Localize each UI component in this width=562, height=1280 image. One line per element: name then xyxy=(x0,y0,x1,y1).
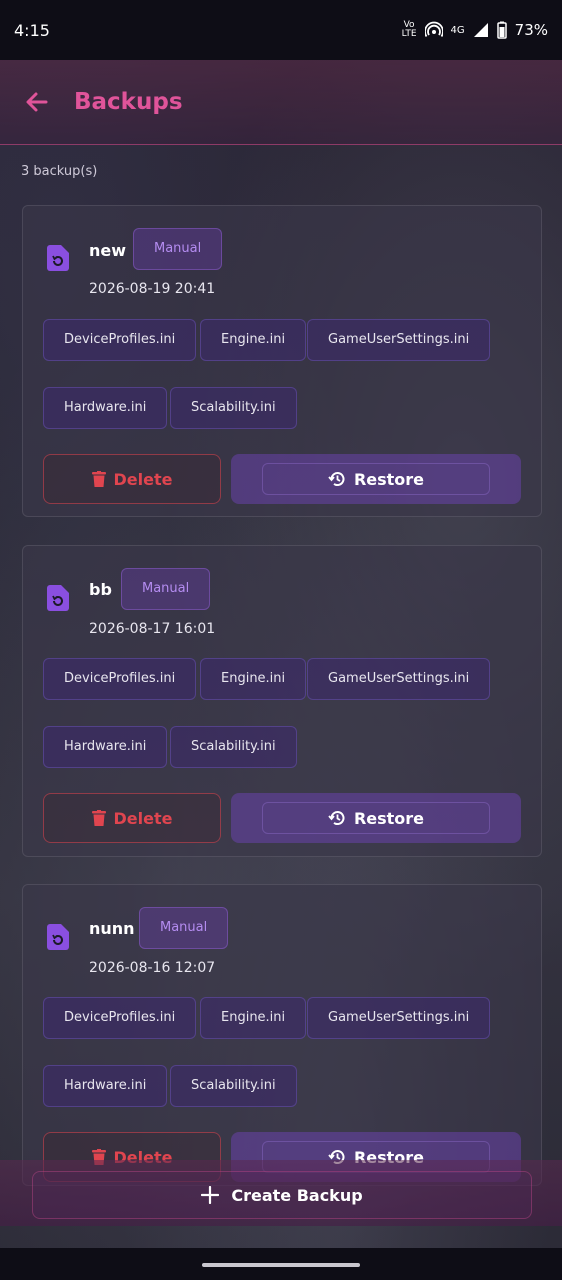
file-chip: Scalability.ini xyxy=(170,1065,297,1107)
delete-button[interactable]: Delete xyxy=(43,793,221,843)
file-chip: Scalability.ini xyxy=(170,387,297,429)
page-title: Backups xyxy=(74,89,183,115)
restore-button[interactable]: Restore xyxy=(231,793,521,843)
history-icon xyxy=(328,811,345,826)
file-chip: DeviceProfiles.ini xyxy=(43,658,197,700)
backup-date: 2026-08-17 16:01 xyxy=(89,621,216,637)
backup-date: 2026-08-19 20:41 xyxy=(89,281,216,297)
backup-date: 2026-08-16 12:07 xyxy=(89,960,216,976)
status-icons: Vo LTE 4G 73% xyxy=(401,20,548,40)
file-chip: Scalability.ini xyxy=(170,726,297,768)
plus-icon xyxy=(201,1186,220,1204)
battery-percent: 73% xyxy=(514,21,548,39)
backup-count: 3 backup(s) xyxy=(21,164,98,179)
battery-icon xyxy=(496,21,507,39)
file-chip: Hardware.ini xyxy=(43,726,168,768)
volte-indicator: Vo LTE xyxy=(401,20,417,39)
back-button[interactable] xyxy=(22,87,52,117)
system-nav-bar xyxy=(0,1248,562,1280)
file-restore-icon xyxy=(47,924,69,950)
file-restore-icon xyxy=(47,245,69,271)
backup-type-badge: Manual xyxy=(139,907,229,949)
home-gesture-handle[interactable] xyxy=(202,1263,360,1267)
trash-icon xyxy=(91,471,106,487)
signal-icon xyxy=(473,23,488,37)
history-icon xyxy=(328,472,345,487)
network-type: 4G xyxy=(450,24,465,36)
file-chip: Engine.ini xyxy=(200,658,307,700)
app-bar: Backups xyxy=(0,60,562,145)
status-bar: 4:15 Vo LTE 4G 73% xyxy=(0,0,562,60)
status-time: 4:15 xyxy=(14,20,50,40)
file-chip: Hardware.ini xyxy=(43,1065,168,1107)
file-restore-icon xyxy=(47,585,69,611)
create-backup-button[interactable]: Create Backup xyxy=(32,1171,532,1219)
file-chip: GameUserSettings.ini xyxy=(307,319,491,361)
file-chip: GameUserSettings.ini xyxy=(307,658,491,700)
backup-name: nunn xyxy=(89,919,135,938)
file-chip: DeviceProfiles.ini xyxy=(43,319,197,361)
backup-type-badge: Manual xyxy=(133,228,223,270)
delete-button[interactable]: Delete xyxy=(43,454,221,504)
backup-card: bb Manual 2026-08-17 16:01 DeviceProfile… xyxy=(22,545,542,857)
restore-button[interactable]: Restore xyxy=(231,454,521,504)
file-chip: Hardware.ini xyxy=(43,387,168,429)
file-chip: GameUserSettings.ini xyxy=(307,997,491,1039)
file-chip: DeviceProfiles.ini xyxy=(43,997,197,1039)
file-chip: Engine.ini xyxy=(200,997,307,1039)
backup-card: new Manual 2026-08-19 20:41 DeviceProfil… xyxy=(22,205,542,517)
arrow-left-icon xyxy=(26,92,48,112)
backup-type-badge: Manual xyxy=(121,568,211,610)
trash-icon xyxy=(91,810,106,826)
hotspot-icon xyxy=(424,21,443,37)
backup-name: bb xyxy=(89,580,112,599)
file-chip: Engine.ini xyxy=(200,319,307,361)
backup-card: nunn Manual 2026-08-16 12:07 DeviceProfi… xyxy=(22,884,542,1186)
backup-name: new xyxy=(89,241,127,260)
